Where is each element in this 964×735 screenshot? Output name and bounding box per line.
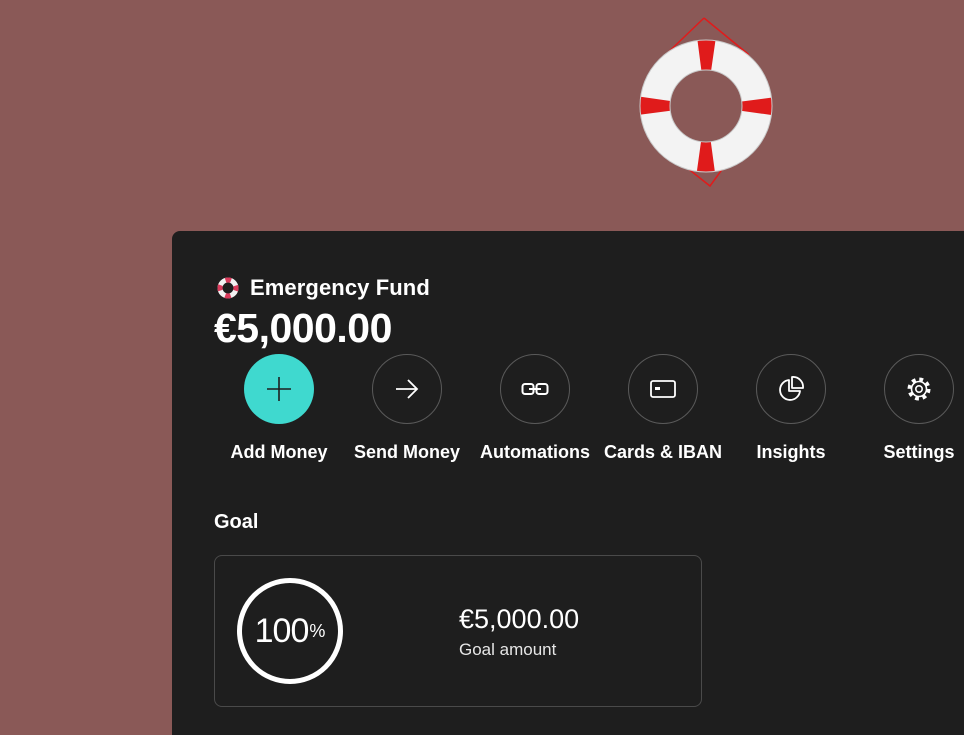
add-money-button[interactable]: Add Money: [215, 354, 343, 463]
send-money-button[interactable]: Send Money: [343, 354, 471, 463]
goal-heading: Goal: [214, 511, 259, 533]
pot-header: Emergency Fund: [216, 275, 430, 301]
lifebuoy-icon: [217, 277, 239, 299]
settings-button[interactable]: Settings: [855, 354, 964, 463]
settings-label[interactable]: Settings: [883, 442, 954, 463]
pot-balance: €5,000.00: [214, 305, 392, 351]
goal-progress-unit: %: [309, 620, 326, 641]
add-money-circle[interactable]: [244, 354, 314, 424]
send-money-label[interactable]: Send Money: [354, 442, 460, 463]
pot-name: Emergency Fund: [250, 275, 430, 300]
insights-circle[interactable]: [756, 354, 826, 424]
card-icon: [650, 380, 676, 398]
lifebuoy-hero-icon: [639, 17, 773, 188]
goal-amount: €5,000.00: [459, 604, 580, 634]
goal-card[interactable]: 100% €5,000.00 Goal amount: [214, 555, 702, 707]
goal-progress-ring: 100%: [237, 578, 343, 684]
pot-detail-panel: Emergency Fund €5,000.00 Add Money Send …: [172, 231, 964, 735]
automations-label[interactable]: Automations: [480, 442, 590, 463]
automations-button[interactable]: Automations: [471, 354, 599, 463]
page: Emergency Fund €5,000.00 Add Money Send …: [0, 0, 964, 735]
insights-label[interactable]: Insights: [756, 442, 825, 463]
gear-icon: [907, 377, 931, 401]
insights-button[interactable]: Insights: [727, 354, 855, 463]
cards-iban-circle[interactable]: [628, 354, 698, 424]
link-icon: [521, 383, 549, 395]
arrow-right-icon: [396, 379, 419, 399]
settings-circle[interactable]: [884, 354, 954, 424]
cards-iban-label[interactable]: Cards & IBAN: [604, 442, 722, 463]
add-money-label[interactable]: Add Money: [231, 442, 328, 463]
plus-icon: [267, 377, 291, 401]
cards-iban-button[interactable]: Cards & IBAN: [599, 354, 727, 463]
send-money-circle[interactable]: [372, 354, 442, 424]
automations-circle[interactable]: [500, 354, 570, 424]
action-bar: Add Money Send Money Automations Cards &…: [215, 354, 964, 463]
goal-progress-value: 100: [254, 611, 310, 650]
pie-chart-icon: [779, 376, 804, 401]
goal-amount-caption: Goal amount: [459, 640, 557, 659]
